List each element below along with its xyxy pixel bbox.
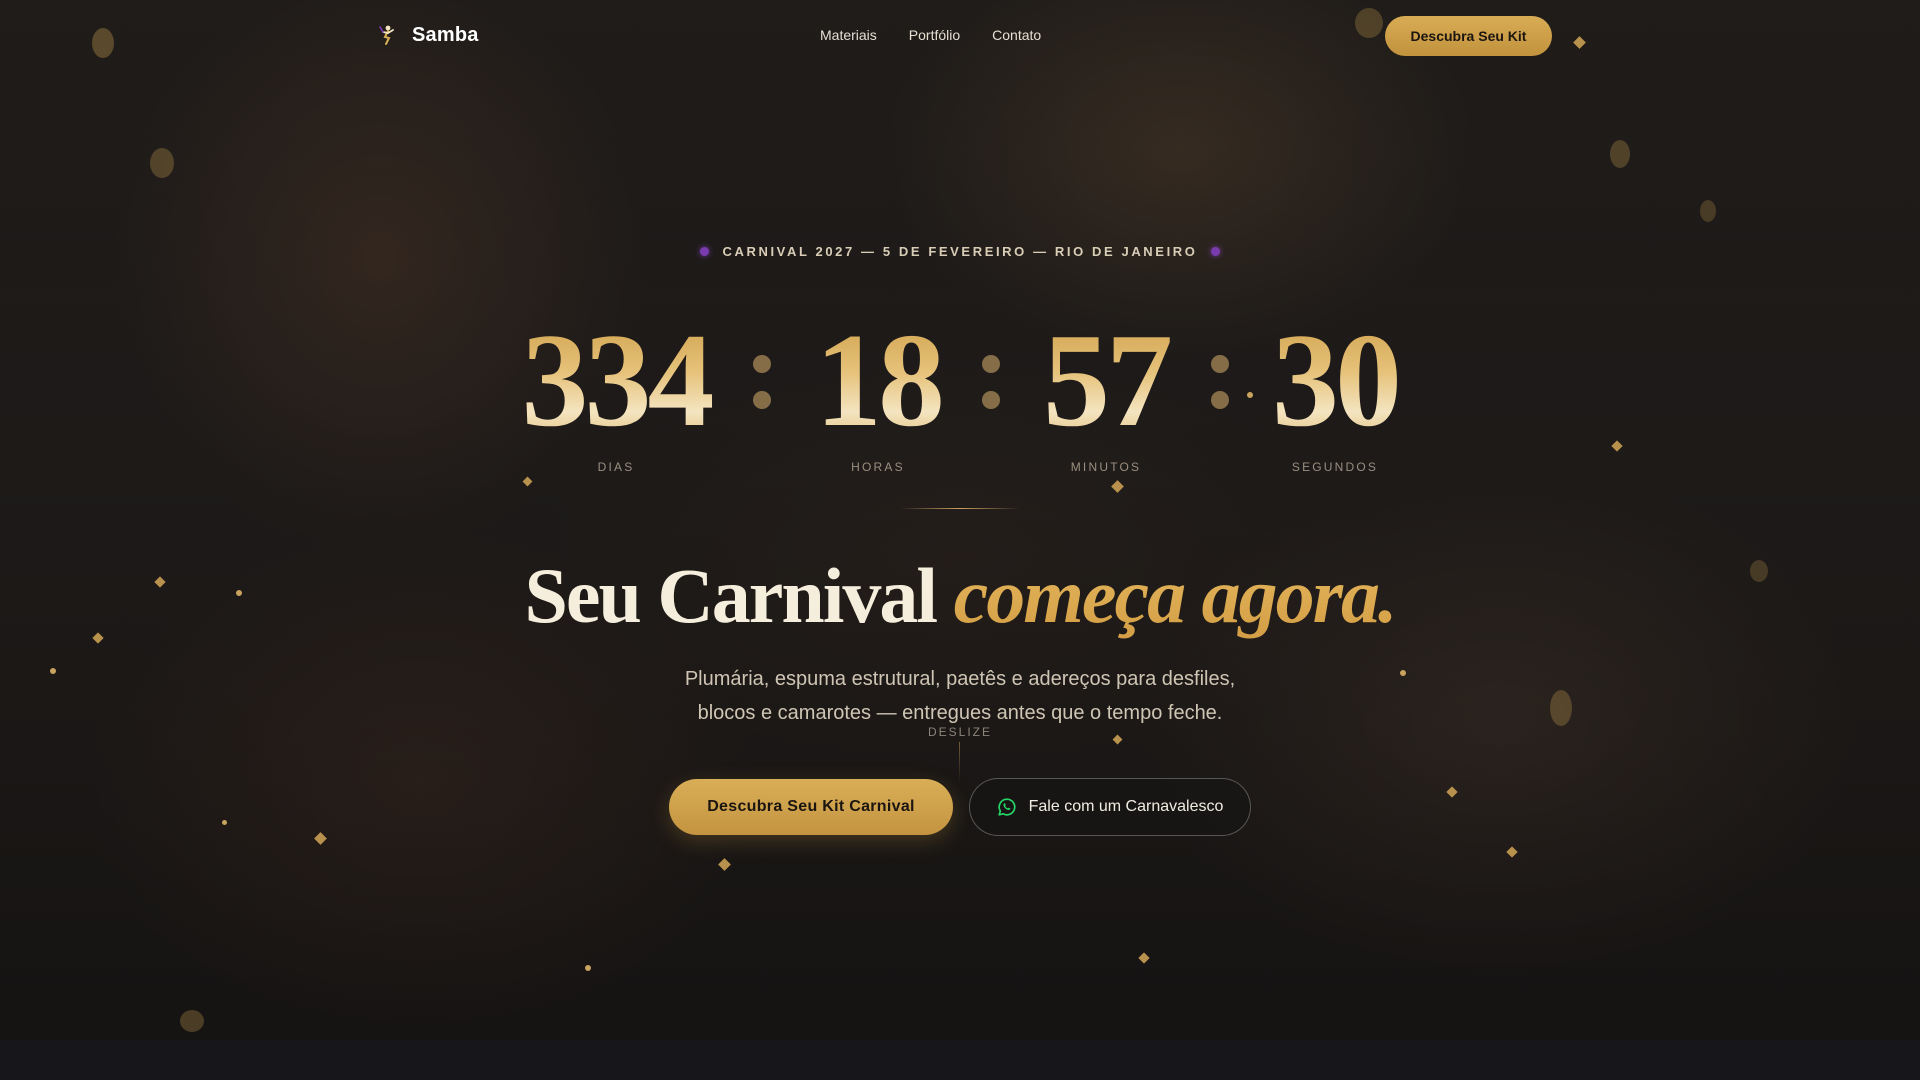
confetti-piece (150, 148, 174, 178)
countdown-separator (982, 355, 1002, 427)
countdown-seconds-label: SEGUNDOS (1291, 460, 1379, 474)
dancer-icon (374, 22, 400, 48)
nav-link-portfolio[interactable]: Portfólio (909, 27, 960, 43)
hero-headline: Seu Carnival começa agora. (0, 548, 1920, 644)
confetti-piece (50, 668, 56, 674)
hero-subtitle-line-2: blocos e camarotes — entregues antes que… (697, 702, 1223, 724)
confetti-piece (222, 820, 227, 825)
eyebrow-dot-right (1211, 247, 1221, 256)
nav-link-materiais[interactable]: Materiais (820, 27, 877, 43)
brand-logo[interactable]: Samba (374, 22, 479, 48)
countdown-hours-value: 18 (788, 300, 968, 460)
countdown-minutes-value: 57 (1016, 300, 1196, 460)
eyebrow-dot-left (699, 247, 709, 256)
headline-accent: começa agora. (953, 552, 1398, 639)
confetti-piece (180, 1010, 204, 1032)
gold-divider (900, 508, 1020, 509)
whatsapp-contact-button[interactable]: Fale com um Carnavalesco (969, 778, 1251, 836)
whatsapp-icon (997, 797, 1017, 817)
event-eyebrow: CARNIVAL 2027 — 5 DE FEVEREIRO — RIO DE … (0, 244, 1920, 259)
confetti-piece (1400, 670, 1406, 676)
hero-background (0, 0, 1920, 1040)
countdown-separator (1211, 355, 1231, 427)
countdown-minutes-label: MINUTOS (1070, 460, 1142, 474)
nav-cta-button[interactable]: Descubra Seu Kit (1385, 16, 1552, 56)
nav-link-contato[interactable]: Contato (992, 27, 1041, 43)
brand-name: Samba (412, 23, 479, 46)
top-navigation: Samba Materiais Portfólio Contato Descub… (0, 0, 1920, 72)
confetti-piece (1550, 690, 1572, 726)
scroll-hint: DESLIZE (927, 725, 992, 739)
countdown-hours-label: HORAS (851, 460, 905, 474)
countdown-days-label: DIAS (597, 460, 635, 474)
eyebrow-text: CARNIVAL 2027 — 5 DE FEVEREIRO — RIO DE … (722, 244, 1198, 259)
hero-subtitle-line-1: Plumária, espuma estrutural, paetês e ad… (684, 668, 1236, 690)
countdown-days: 334 DIAS (506, 300, 726, 474)
countdown-days-value: 334 (506, 300, 726, 460)
discover-kit-button[interactable]: Descubra Seu Kit Carnival (669, 779, 953, 835)
scroll-indicator-line (959, 742, 960, 782)
hero-subtitle: Plumária, espuma estrutural, paetês e ad… (560, 662, 1360, 730)
confetti-piece (1700, 200, 1716, 222)
countdown-seconds: 30 SEGUNDOS (1245, 300, 1425, 474)
countdown-hours: 18 HORAS (788, 300, 968, 474)
whatsapp-button-label: Fale com um Carnavalesco (1028, 798, 1224, 815)
confetti-piece (1610, 140, 1630, 168)
countdown-minutes: 57 MINUTOS (1016, 300, 1196, 474)
confetti-piece (585, 965, 591, 971)
headline-plain: Seu Carnival (524, 552, 939, 639)
countdown-separator (753, 355, 773, 427)
countdown-timer: 334 DIAS 18 HORAS 57 MINUTOS 30 SEGUNDOS (0, 300, 1920, 480)
countdown-seconds-value: 30 (1245, 300, 1425, 460)
page-bottom-band (0, 1040, 1920, 1080)
nav-links: Materiais Portfólio Contato (820, 27, 1041, 43)
